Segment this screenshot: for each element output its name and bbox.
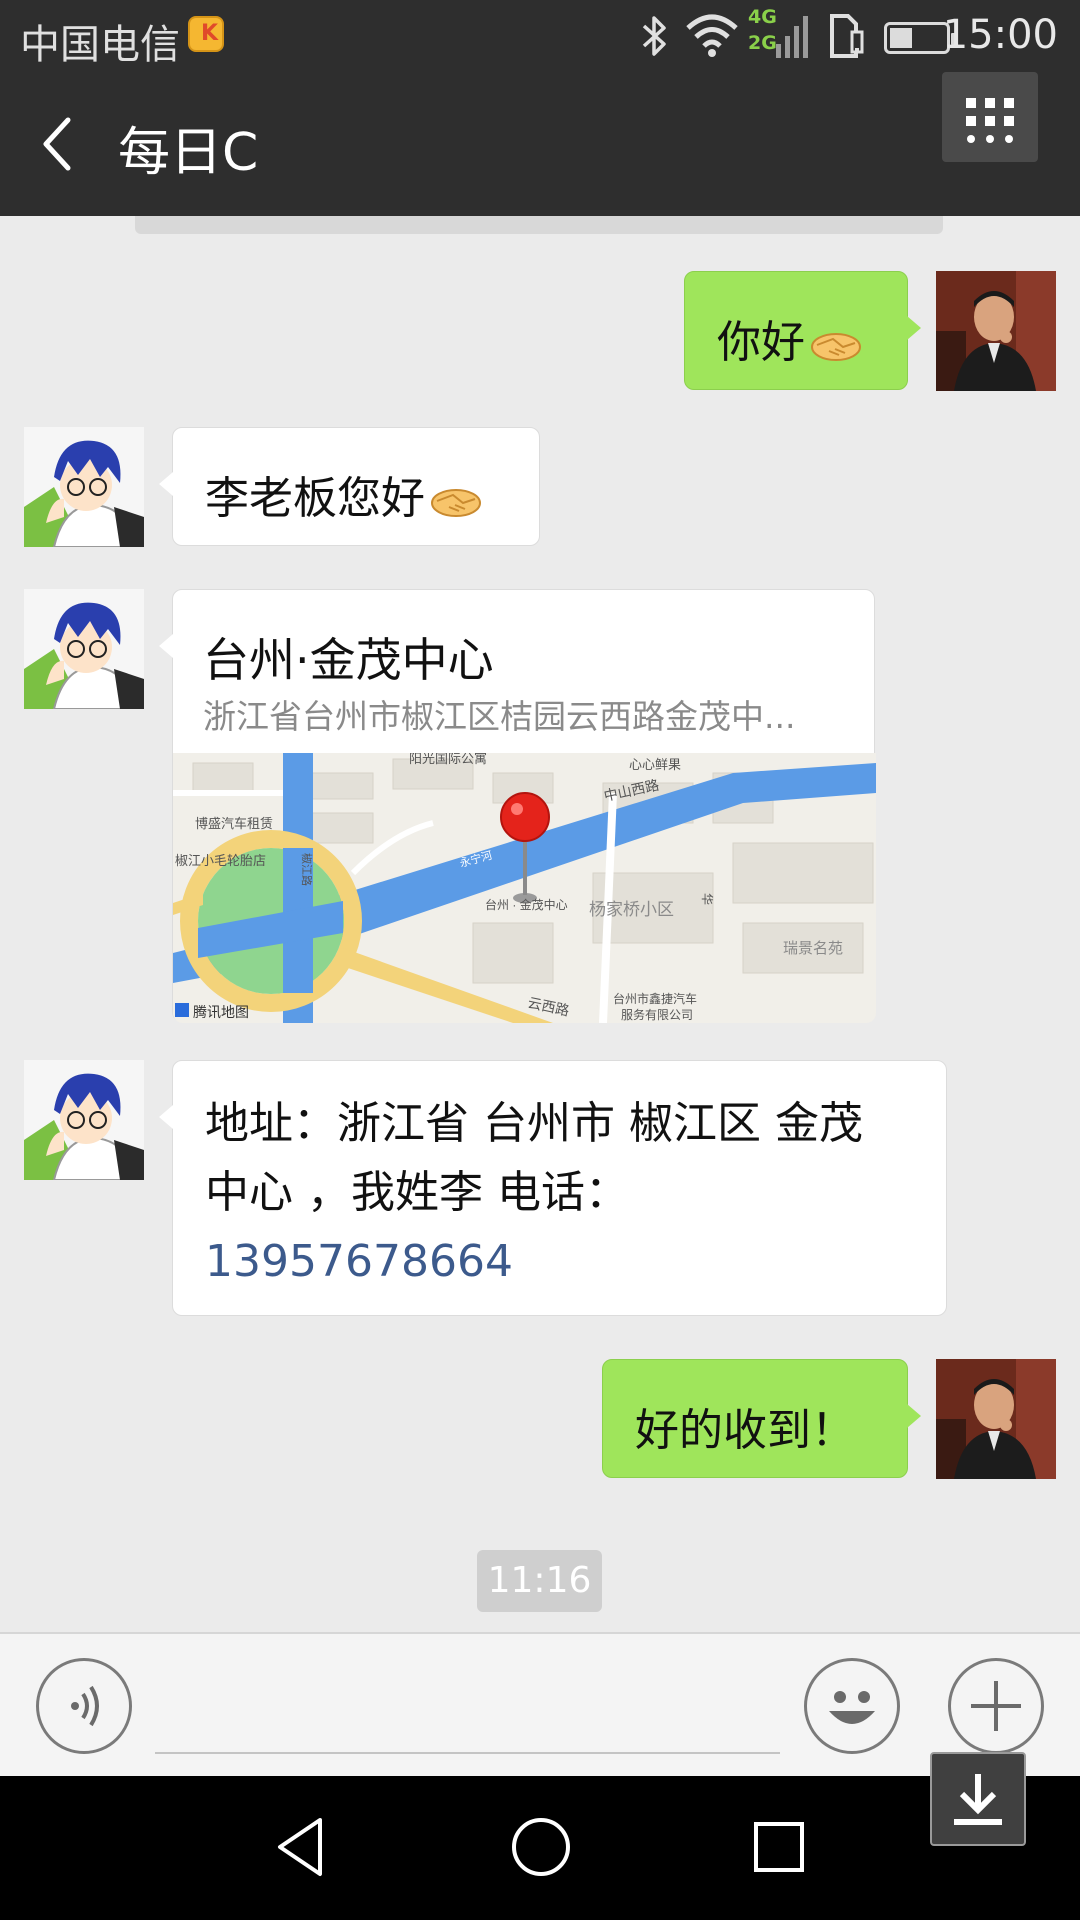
my-avatar[interactable] (936, 1359, 1056, 1479)
bluetooth-icon (642, 16, 666, 56)
message-line: 中心 ，我姓李 电话： (205, 1167, 629, 1218)
location-map[interactable]: 阳光国际公寓 心心鲜果 中山西路 博盛汽车租赁 椒江小毛轮胎店 永宁河 台州 ·… (173, 753, 876, 1023)
location-address: 浙江省台州市椒江区桔园云西路金茂中... (203, 697, 796, 736)
message-text: 地址：浙江省 台州市 椒江区 金茂 中心 ，我姓李 电话： 1395767866… (205, 1089, 905, 1296)
voice-icon[interactable] (36, 1658, 132, 1754)
battery-icon (884, 22, 956, 54)
tencent-map-logo-icon (175, 1003, 189, 1017)
network-type-2g: 2G (748, 32, 777, 54)
map-label: 心心鲜果 (629, 757, 681, 772)
location-card[interactable]: 台州·金茂中心 浙江省台州市椒江区桔园云西路金茂中... 阳光国际公寓 心心鲜果… (159, 589, 876, 1023)
grid-menu-icon[interactable] (942, 72, 1038, 162)
contact-avatar[interactable] (24, 1060, 144, 1180)
handshake-emoji (811, 333, 861, 361)
circle-home-icon[interactable] (508, 1814, 574, 1880)
chat-title: 每日C (118, 123, 259, 183)
input-bar (0, 1632, 1080, 1776)
map-label: 台州 · 金茂中心 (485, 897, 568, 912)
message-bubble-sent[interactable]: 好的收到！ (602, 1359, 921, 1478)
message-bubble-received[interactable]: 地址：浙江省 台州市 椒江区 金茂 中心 ，我姓李 电话： 1395767866… (159, 1060, 947, 1316)
handshake-emoji (431, 489, 481, 517)
sim-card-icon (830, 14, 864, 58)
map-label: 华 (700, 893, 714, 905)
clock: 15:00 (942, 12, 1058, 58)
time-divider: 11:16 (477, 1550, 602, 1612)
phone-number-link[interactable]: 13957678664 (205, 1227, 905, 1296)
system-nav-bar (0, 1776, 1080, 1920)
message-input[interactable] (155, 1660, 780, 1754)
map-label: 服务有限公司 (621, 1007, 693, 1022)
triangle-back-icon[interactable] (272, 1814, 328, 1880)
contact-avatar[interactable] (24, 427, 144, 547)
message-bubble-sent[interactable]: 你好 (684, 271, 921, 390)
download-icon[interactable] (930, 1752, 1026, 1846)
location-name: 台州·金茂中心 (203, 633, 494, 687)
map-brand: 腾讯地图 (193, 1004, 249, 1020)
wifi-icon (686, 14, 738, 57)
my-avatar[interactable] (936, 271, 1056, 391)
map-label: 椒江路 (300, 853, 314, 886)
map-label: 阳光国际公寓 (409, 753, 487, 766)
map-label: 博盛汽车租赁 (195, 816, 273, 831)
map-label: 椒江小毛轮胎店 (175, 853, 266, 868)
chevron-left-icon[interactable] (34, 112, 94, 176)
app-notification-icon (188, 16, 224, 52)
message-text: 你好 (717, 306, 863, 370)
map-label: 杨家桥小区 (589, 900, 674, 919)
message-text: 李老板您好 (205, 462, 483, 526)
plus-icon[interactable] (948, 1658, 1044, 1754)
contact-avatar[interactable] (24, 589, 144, 709)
signal-icon (776, 16, 808, 58)
carrier-name: 中国电信 (20, 22, 180, 68)
chat-header: 每日C (0, 72, 1080, 216)
status-bar: 中国电信 4G 2G 15:00 (0, 0, 1080, 72)
square-recents-icon[interactable] (752, 1814, 808, 1880)
message-line: 地址：浙江省 台州市 椒江区 金茂 (205, 1098, 863, 1149)
message-text: 好的收到！ (635, 1405, 855, 1456)
message-bubble-received[interactable]: 李老板您好 (159, 427, 540, 546)
map-label: 台州市鑫捷汽车 (613, 991, 697, 1006)
smiley-icon[interactable] (804, 1658, 900, 1754)
network-type-4g: 4G (748, 6, 777, 28)
previous-message-edge (135, 216, 943, 234)
map-label: 瑞景名苑 (783, 940, 843, 957)
